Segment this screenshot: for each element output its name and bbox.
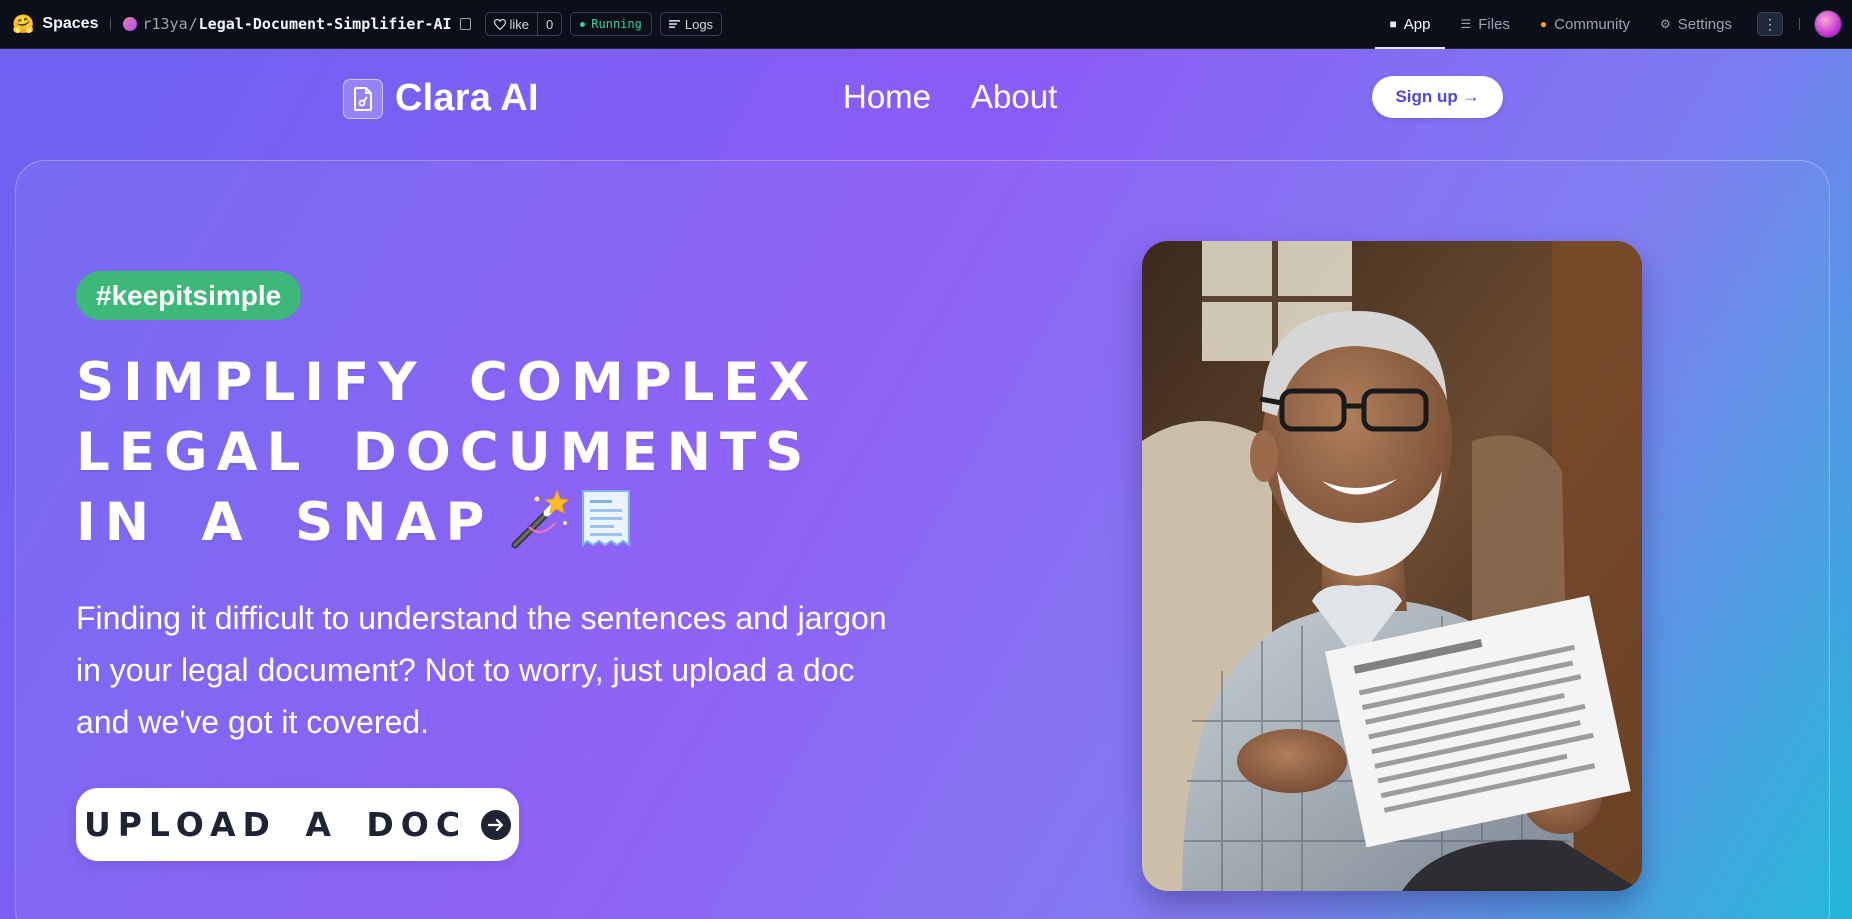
hashtag-badge: #keepitsimple <box>76 271 302 320</box>
spaces-link[interactable]: Spaces <box>42 15 98 33</box>
headline-line: Simplify complex <box>76 352 819 413</box>
nav-about-link[interactable]: About <box>971 77 1057 117</box>
divider <box>1799 18 1800 30</box>
document-logo-icon <box>343 78 383 119</box>
status-dot-icon <box>580 21 586 27</box>
magic-wand-icon <box>511 489 570 549</box>
status-badge[interactable]: Running <box>570 12 652 36</box>
path-separator: / <box>188 15 198 33</box>
hero-headline: Simplify complex legal documents in a sn… <box>76 348 976 558</box>
hero-description: Finding it difficult to understand the s… <box>76 600 887 740</box>
main-nav: Home About <box>843 77 1057 117</box>
hf-top-bar: 🤗 Spaces r13ya / Legal-Document-Simplifi… <box>0 0 1852 49</box>
logs-label: Logs <box>684 16 714 32</box>
like-label: like <box>509 16 530 32</box>
repo-owner-link[interactable]: r13ya <box>142 15 187 33</box>
tab-files-label: Files <box>1478 15 1510 33</box>
cube-icon: ■ <box>1389 17 1397 31</box>
like-button-inner: like <box>486 17 538 32</box>
files-icon: ☰ <box>1460 17 1472 31</box>
like-count: 0 <box>537 13 561 35</box>
tab-community-label: Community <box>1554 15 1631 33</box>
elderly-man-reading-illustration <box>1142 241 1642 891</box>
user-menu <box>1806 0 1842 48</box>
divider <box>110 18 112 30</box>
signup-button[interactable]: Sign up → <box>1372 76 1503 118</box>
like-button[interactable]: like 0 <box>484 12 563 36</box>
hugging-face-logo-icon[interactable]: 🤗 <box>12 15 34 33</box>
nav-home-link[interactable]: Home <box>843 77 931 117</box>
status-label: Running <box>591 17 642 31</box>
user-avatar[interactable] <box>1814 10 1842 38</box>
upload-doc-label: Upload a doc <box>83 805 468 844</box>
upload-doc-button[interactable]: Upload a doc <box>76 788 519 861</box>
copy-icon[interactable] <box>459 18 471 30</box>
tab-files[interactable]: ☰ Files <box>1445 0 1524 48</box>
headline-line-3: in a snap <box>76 488 976 558</box>
more-options: ⋮ <box>1747 0 1793 48</box>
hf-tabs: ■ App ☰ Files ● Community ⚙ Settings ⋮ <box>1374 0 1852 49</box>
headline-emojis <box>507 487 635 551</box>
more-options-icon[interactable]: ⋮ <box>1757 12 1783 36</box>
hf-left-group: 🤗 Spaces r13ya / Legal-Document-Simplifi… <box>0 12 723 36</box>
heart-icon <box>493 18 506 30</box>
repo-name-link[interactable]: Legal-Document-Simplifier-AI <box>199 15 452 33</box>
headline-line-text: in a snap <box>76 492 494 553</box>
tab-settings[interactable]: ⚙ Settings <box>1645 0 1747 48</box>
tab-app[interactable]: ■ App <box>1374 0 1446 49</box>
owner-avatar-icon <box>123 17 138 31</box>
community-icon: ● <box>1539 17 1548 31</box>
tab-app-label: App <box>1403 15 1431 33</box>
repo-path: r13ya / Legal-Document-Simplifier-AI <box>123 15 471 33</box>
gear-icon: ⚙ <box>1660 17 1671 31</box>
tab-settings-label: Settings <box>1677 15 1732 33</box>
headline-line: legal documents <box>76 422 813 483</box>
arrow-right-icon <box>481 809 512 840</box>
brand[interactable]: Clara AI <box>343 77 539 120</box>
logs-button[interactable]: Logs <box>659 12 723 36</box>
brand-name: Clara AI <box>395 77 539 119</box>
hero-photo <box>1142 241 1642 891</box>
logs-icon <box>668 20 680 28</box>
receipt-icon <box>582 490 631 548</box>
tab-community[interactable]: ● Community <box>1525 0 1645 48</box>
